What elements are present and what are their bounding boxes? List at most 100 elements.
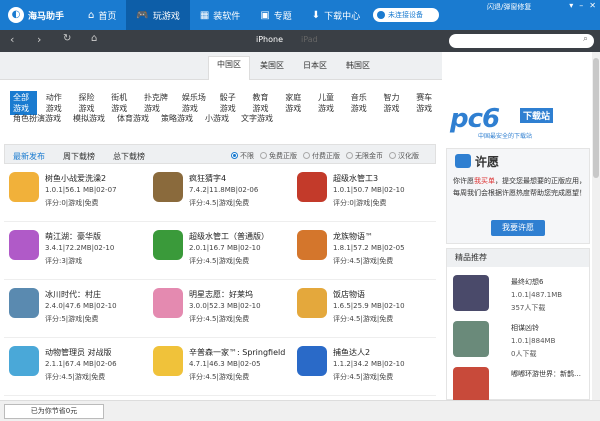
game-app-icon[interactable]: [153, 172, 183, 202]
game-card[interactable]: 超级水管工（普通版） 2.0.1|16.7 MB|02-10 评分:4.5|游戏|免…: [148, 222, 292, 280]
game-card[interactable]: 饭店物语 1.6.5|25.9 MB|02-10 评分:4.5|游戏|免费: [292, 280, 436, 338]
recommended-meta: 1.0.1|884MB: [511, 337, 556, 345]
game-name[interactable]: 龙族物语™: [333, 231, 373, 242]
game-app-icon[interactable]: [9, 346, 39, 376]
game-app-icon[interactable]: [9, 172, 39, 202]
game-name[interactable]: 辛普森一家™: Springfield: [189, 347, 285, 358]
nav-item-2[interactable]: ▦ 装软件: [190, 0, 250, 30]
game-meta: 7.4.2|11.8MB|02-06: [189, 186, 259, 194]
game-name[interactable]: 捕鱼达人2: [333, 347, 370, 358]
minimize-icon[interactable]: –: [579, 1, 583, 10]
recommended-item[interactable]: 嘟嘟环游世界：新鹊…: [453, 367, 589, 400]
radio-icon[interactable]: [231, 152, 238, 159]
game-name[interactable]: 树鱼小战爱洗澡2: [45, 173, 106, 184]
nav-item-0[interactable]: ⌂ 首页: [78, 0, 126, 30]
category-row2-4[interactable]: 小游戏: [202, 112, 232, 125]
filter-option-3[interactable]: 无限金币: [346, 151, 383, 161]
recommended-name[interactable]: 嘟嘟环游世界：新鹊…: [511, 369, 581, 379]
game-card[interactable]: 辛普森一家™: Springfield 4.7.1|46.3 MB|02-05 评分…: [148, 338, 292, 396]
rank-tabs: 最新发布 周下载榜 总下载榜: [13, 151, 145, 162]
menu-icon[interactable]: ▾: [569, 1, 573, 10]
category-row2-5[interactable]: 文字游戏: [238, 112, 276, 125]
filter-option-1[interactable]: 免费正版: [260, 151, 297, 161]
game-app-icon[interactable]: [9, 230, 39, 260]
rank-tab-0[interactable]: 最新发布: [13, 151, 45, 162]
scrollbar-thumb[interactable]: [593, 58, 599, 178]
close-icon[interactable]: ✕: [589, 1, 596, 10]
radio-icon[interactable]: [346, 152, 353, 159]
category-row2-0[interactable]: 角色扮演游戏: [10, 112, 64, 125]
game-name[interactable]: 动物管理员 对战版: [45, 347, 112, 358]
game-name[interactable]: 饭店物语: [333, 289, 365, 300]
game-card[interactable]: 动物管理员 对战版 2.1.1|67.4 MB|02-06 评分:4.5|游戏|免费: [4, 338, 148, 396]
game-app-icon[interactable]: [153, 230, 183, 260]
window-controls: ▾ – ✕: [569, 1, 596, 10]
tab-region-kr[interactable]: 韩国区: [346, 60, 370, 71]
recommended-app-icon[interactable]: [453, 367, 489, 400]
filter-option-0[interactable]: 不限: [231, 151, 254, 161]
recommended-name[interactable]: 相谋凶铃: [511, 323, 539, 333]
filter-option-4[interactable]: 汉化版: [389, 151, 419, 161]
game-app-icon[interactable]: [153, 346, 183, 376]
category-row2-2[interactable]: 体育游戏: [114, 112, 152, 125]
recommended-app-icon[interactable]: [453, 275, 489, 311]
filter-option-label: 不限: [240, 152, 254, 160]
user-menu[interactable]: 闪退/弹窗修复: [487, 2, 531, 12]
rank-tab-1[interactable]: 周下载榜: [63, 151, 95, 162]
game-card[interactable]: 捕鱼达人2 1.1.2|34.2 MB|02-10 评分:4.5|游戏|免费: [292, 338, 436, 396]
device-status[interactable]: 未连接设备: [373, 8, 439, 22]
game-name[interactable]: 超级水管工（普通版）: [189, 231, 269, 242]
game-app-icon[interactable]: [153, 288, 183, 318]
game-card[interactable]: 冰川时代：村庄 2.4.0|47.6 MB|02-10 评分:5|游戏|免费: [4, 280, 148, 338]
tab-iphone[interactable]: iPhone: [256, 35, 283, 44]
nav-item-1[interactable]: 🎮 玩游戏: [126, 0, 190, 30]
game-card[interactable]: 树鱼小战爱洗澡2 1.0.1|56.1 MB|02-07 评分:0|游戏|免费: [4, 164, 148, 222]
recommended-item[interactable]: 最终幻想6 1.0.1|487.1MB 357人下载: [453, 275, 589, 321]
game-name[interactable]: 明星志愿：好莱坞: [189, 289, 253, 300]
game-card[interactable]: 萌江湖：豪华版 3.4.1|72.2MB|02-10 评分:3|游戏: [4, 222, 148, 280]
game-card[interactable]: 龙族物语™ 1.8.1|57.2 MB|02-05 评分:4.5|游戏|免费: [292, 222, 436, 280]
game-name[interactable]: 冰川时代：村庄: [45, 289, 101, 300]
game-card[interactable]: 明星志愿：好莱坞 3.0.0|52.3 MB|02-10 评分:4.5|游戏|免费: [148, 280, 292, 338]
nav-item-label: 装软件: [213, 11, 241, 22]
recommended-app-icon[interactable]: [453, 321, 489, 357]
radio-icon[interactable]: [389, 152, 396, 159]
category-row2-3[interactable]: 策略游戏: [158, 112, 196, 125]
search-input[interactable]: ⌕: [449, 34, 594, 48]
game-app-icon[interactable]: [9, 288, 39, 318]
tab-region-cn[interactable]: 中国区: [208, 56, 250, 80]
filter-option-2[interactable]: 付费正版: [303, 151, 340, 161]
home-icon[interactable]: ⌂: [91, 33, 97, 44]
game-card[interactable]: 超级水管工3 1.0.1|50.7 MB|02-10 评分:0|游戏|免费: [292, 164, 436, 222]
game-app-icon[interactable]: [297, 230, 327, 260]
category-row2-1[interactable]: 模拟游戏: [70, 112, 108, 125]
game-app-icon[interactable]: [297, 288, 327, 318]
tab-ipad[interactable]: iPad: [301, 35, 318, 44]
forward-icon[interactable]: ›: [37, 33, 41, 46]
nav-item-3[interactable]: ▣ 专题: [250, 0, 301, 30]
back-icon[interactable]: ‹: [10, 33, 14, 46]
radio-icon[interactable]: [260, 152, 267, 159]
rank-tab-2[interactable]: 总下载榜: [113, 151, 145, 162]
game-app-icon[interactable]: [297, 172, 327, 202]
make-wish-button[interactable]: 我要许愿: [491, 220, 545, 236]
tab-region-jp[interactable]: 日本区: [303, 60, 327, 71]
recommended-downloads: 357人下载: [511, 304, 546, 312]
recommended-name[interactable]: 最终幻想6: [511, 277, 543, 287]
app-logo[interactable]: ◐ 海马助手: [8, 7, 64, 23]
wish-description: 你许愿我买单，提交您最想要的正版应用，每周我们会根据许愿热度帮助您完成愿望！: [453, 177, 586, 197]
apps-icon: ▦: [199, 9, 210, 21]
radio-icon[interactable]: [303, 152, 310, 159]
nav-item-4[interactable]: ⬇ 下载中心: [302, 0, 370, 30]
scrollbar[interactable]: [592, 52, 600, 400]
recommended-item[interactable]: 相谋凶铃 1.0.1|884MB 0人下载: [453, 321, 589, 367]
tab-region-us[interactable]: 美国区: [260, 60, 284, 71]
game-name[interactable]: 超级水管工3: [333, 173, 378, 184]
game-name[interactable]: 萌江湖：豪华版: [45, 231, 101, 242]
game-app-icon[interactable]: [297, 346, 327, 376]
game-meta: 2.1.1|67.4 MB|02-06: [45, 360, 117, 368]
search-icon[interactable]: ⌕: [583, 34, 588, 44]
refresh-icon[interactable]: ↻: [63, 33, 71, 44]
game-card[interactable]: 疯狂猜字4 7.4.2|11.8MB|02-06 评分:4.5|游戏|免费: [148, 164, 292, 222]
game-name[interactable]: 疯狂猜字4: [189, 173, 226, 184]
